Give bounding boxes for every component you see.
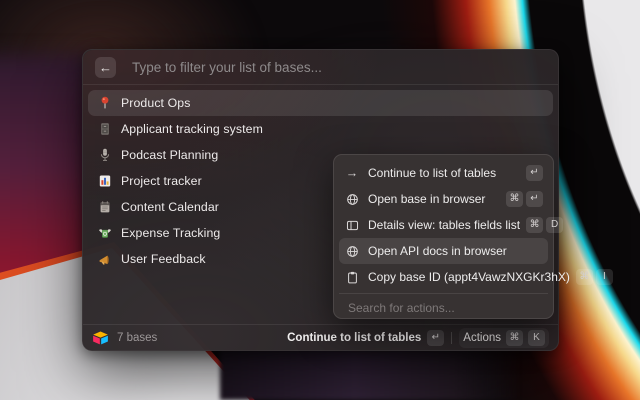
- list-item-label: Project tracker: [121, 174, 202, 188]
- action-open-base-browser[interactable]: Open base in browser ⌘ ↵: [339, 186, 548, 212]
- action-label: Continue to list of tables: [368, 166, 520, 180]
- list-item-label: Expense Tracking: [121, 226, 220, 240]
- actions-menu-button[interactable]: Actions ⌘ K: [459, 328, 549, 348]
- screenshot-stage: ← Product Ops Applicant tracking system: [0, 0, 640, 400]
- status-bar: 7 bases Continue to list of tables ↵ Act…: [83, 324, 558, 350]
- money-with-wings-icon: [97, 226, 112, 241]
- back-arrow-icon: ←: [99, 61, 112, 74]
- key-cmd: ⌘: [506, 191, 523, 207]
- action-label: Copy base ID (appt4VawzNXGKr3hX): [368, 270, 570, 284]
- status-bar-left: 7 bases: [92, 331, 287, 345]
- arrow-right-icon: →: [345, 166, 359, 180]
- wallpaper-purple-strip: [220, 348, 520, 400]
- primary-action-button[interactable]: Continue to list of tables ↵: [287, 330, 444, 346]
- footer-divider: [451, 332, 452, 344]
- action-copy-base-id[interactable]: Copy base ID (appt4VawzNXGKr3hX) ⌘ I: [339, 264, 548, 290]
- key-return: ↵: [427, 330, 444, 346]
- bases-count: 7 bases: [117, 332, 157, 344]
- action-open-api-docs[interactable]: Open API docs in browser: [339, 238, 548, 264]
- key-return: ↵: [526, 191, 543, 207]
- actions-search: [339, 293, 548, 322]
- file-cabinet-icon: [97, 122, 112, 137]
- status-bar-right: Continue to list of tables ↵ Actions ⌘ K: [287, 328, 549, 348]
- action-details-view[interactable]: Details view: tables fields list ⌘ D: [339, 212, 548, 238]
- key-cmd: ⌘: [576, 269, 593, 285]
- details-view-icon: [345, 218, 359, 232]
- calendar-icon: [97, 200, 112, 215]
- clipboard-icon: [345, 270, 359, 284]
- pushpin-icon: [97, 96, 112, 111]
- list-item-label: Applicant tracking system: [121, 122, 263, 136]
- action-label: Open base in browser: [368, 192, 500, 206]
- list-item-label: User Feedback: [121, 252, 206, 266]
- action-label: Details view: tables fields list: [368, 218, 520, 232]
- key-k: K: [528, 330, 545, 346]
- primary-action-label: Continue to list of tables: [287, 332, 421, 344]
- airtable-logo-icon: [92, 331, 109, 345]
- list-item-label: Podcast Planning: [121, 148, 218, 162]
- key-cmd: ⌘: [506, 330, 523, 346]
- bar-chart-icon: [97, 174, 112, 189]
- search-header: ←: [83, 50, 558, 85]
- actions-search-input[interactable]: [346, 300, 541, 316]
- back-button[interactable]: ←: [95, 57, 116, 78]
- key-i: I: [596, 269, 613, 285]
- globe-icon: [345, 192, 359, 206]
- actions-button-label: Actions: [463, 332, 501, 344]
- key-cmd: ⌘: [526, 217, 543, 233]
- list-item-product-ops[interactable]: Product Ops: [88, 90, 553, 116]
- actions-panel: → Continue to list of tables ↵ Open base…: [333, 154, 554, 319]
- action-label: Open API docs in browser: [368, 244, 543, 258]
- command-palette-window: ← Product Ops Applicant tracking system: [82, 49, 559, 351]
- key-return: ↵: [526, 165, 543, 181]
- list-item-applicant-tracking[interactable]: Applicant tracking system: [88, 116, 553, 142]
- megaphone-icon: [97, 252, 112, 267]
- filter-bases-input[interactable]: [130, 59, 546, 76]
- list-item-label: Product Ops: [121, 96, 190, 110]
- action-continue-to-tables[interactable]: → Continue to list of tables ↵: [339, 160, 548, 186]
- globe-icon: [345, 244, 359, 258]
- microphone-icon: [97, 148, 112, 163]
- list-item-label: Content Calendar: [121, 200, 219, 214]
- key-d: D: [546, 217, 563, 233]
